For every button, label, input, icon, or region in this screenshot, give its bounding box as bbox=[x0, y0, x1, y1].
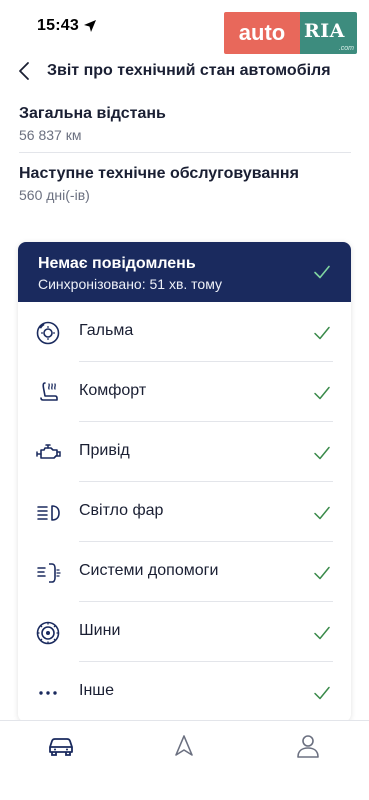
check-icon bbox=[314, 265, 330, 279]
total-distance-value: 56 837 км bbox=[19, 127, 82, 143]
system-row-drive[interactable]: Привід bbox=[18, 422, 351, 482]
more-dots-icon bbox=[39, 691, 57, 695]
status-card: Немає повідомлень Синхронізовано: 51 хв.… bbox=[18, 242, 351, 722]
page-title: Звіт про технічний стан автомобіля bbox=[47, 62, 331, 79]
check-icon bbox=[314, 506, 330, 520]
seat-icon bbox=[40, 382, 58, 401]
check-icon bbox=[314, 386, 330, 400]
system-row-headlights[interactable]: Світло фар bbox=[18, 482, 351, 542]
system-label: Інше bbox=[79, 682, 115, 699]
status-time: 15:43 bbox=[37, 17, 79, 34]
back-button[interactable] bbox=[12, 58, 36, 84]
next-service-label: Наступне технічне обслуговування bbox=[19, 165, 299, 182]
headlight-icon bbox=[37, 505, 60, 521]
tab-profile[interactable] bbox=[294, 733, 322, 759]
system-row-tires[interactable]: Шини bbox=[18, 602, 351, 662]
chevron-left-icon bbox=[19, 62, 29, 80]
system-label: Комфорт bbox=[79, 382, 147, 399]
system-row-comfort[interactable]: Комфорт bbox=[18, 362, 351, 422]
check-icon bbox=[314, 326, 330, 340]
watermark-ria-block: RIA .com bbox=[300, 12, 357, 54]
system-label: Шини bbox=[79, 622, 121, 639]
check-icon bbox=[314, 686, 330, 700]
check-icon bbox=[314, 626, 330, 640]
location-arrow-icon bbox=[84, 20, 96, 32]
sync-status: Синхронізовано: 51 хв. тому bbox=[38, 276, 222, 292]
system-row-brakes[interactable]: Гальма bbox=[18, 302, 351, 362]
total-distance-label: Загальна відстань bbox=[19, 105, 166, 122]
next-service-value: 560 дні(-ів) bbox=[19, 187, 90, 203]
watermark-auto: auto bbox=[224, 12, 300, 54]
watermark-logo: auto RIA .com bbox=[224, 12, 357, 54]
status-card-title: Немає повідомлень bbox=[38, 255, 196, 272]
tab-navigation[interactable] bbox=[170, 733, 198, 759]
status-bar: 15:43 auto RIA .com bbox=[0, 0, 369, 54]
engine-icon bbox=[36, 444, 61, 459]
tab-bar bbox=[0, 720, 369, 800]
page-header: Звіт про технічний стан автомобіля bbox=[0, 56, 369, 86]
system-row-assist[interactable]: Системи допомоги bbox=[18, 542, 351, 602]
watermark-suffix: .com bbox=[338, 45, 354, 52]
system-label: Гальма bbox=[79, 322, 134, 339]
check-icon bbox=[314, 566, 330, 580]
check-icon bbox=[314, 446, 330, 460]
tab-car[interactable] bbox=[47, 733, 75, 759]
divider bbox=[19, 152, 351, 153]
navigation-arrow-icon bbox=[175, 735, 193, 756]
system-row-other[interactable]: Інше bbox=[18, 662, 351, 722]
status-card-header: Немає повідомлень Синхронізовано: 51 хв.… bbox=[18, 242, 351, 302]
watermark-ria: RIA bbox=[304, 20, 345, 42]
assist-system-icon bbox=[37, 563, 61, 583]
system-label: Привід bbox=[79, 442, 130, 459]
system-label: Світло фар bbox=[79, 502, 164, 519]
brake-disc-icon bbox=[36, 321, 60, 345]
system-label: Системи допомоги bbox=[79, 562, 219, 579]
next-service: Наступне технічне обслуговування 560 дні… bbox=[19, 164, 351, 204]
total-distance: Загальна відстань 56 837 км bbox=[19, 104, 351, 144]
user-icon bbox=[297, 735, 319, 758]
car-icon bbox=[49, 738, 73, 756]
tire-icon bbox=[36, 621, 60, 645]
